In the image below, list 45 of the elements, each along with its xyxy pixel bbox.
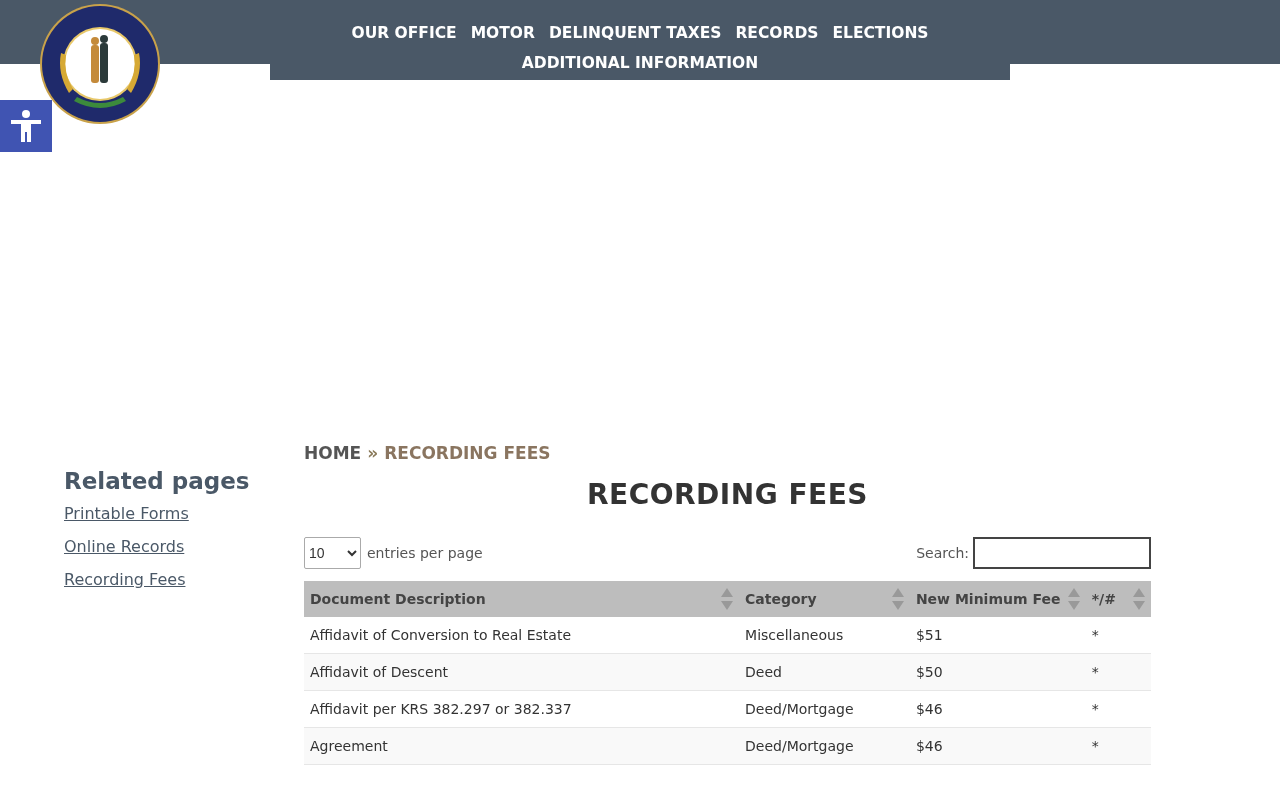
nav-link[interactable]: DELINQUENT TAXES <box>548 22 722 44</box>
search-field[interactable] <box>973 537 1151 569</box>
sort-icon <box>721 588 734 610</box>
sidebar-link[interactable]: Printable Forms <box>64 504 189 523</box>
table-cell: Deed <box>739 653 910 691</box>
seal-logo[interactable] <box>39 3 161 125</box>
nav-link[interactable]: ADDITIONAL INFORMATION <box>521 52 759 74</box>
sidebar-link[interactable]: Recording Fees <box>64 570 186 589</box>
table-cell: * <box>1085 690 1151 728</box>
table-cell: Deed/Mortgage <box>739 727 910 765</box>
page-title: RECORDING FEES <box>586 478 869 511</box>
column-header[interactable]: New Minimum Fee <box>909 581 1086 617</box>
sort-icon <box>891 588 904 610</box>
nav-link[interactable]: ELECTIONS <box>832 22 929 44</box>
table-cell: $51 <box>909 617 1086 654</box>
table-cell: Affidavit of Conversion to Real Estate <box>304 617 740 654</box>
table-cell: $50 <box>909 653 1086 691</box>
nav-link[interactable]: OUR OFFICE <box>351 22 457 44</box>
page-size-select[interactable]: 10 <box>304 537 361 569</box>
page-size-label: entries per page <box>367 545 483 561</box>
nav-link[interactable]: MOTOR <box>470 22 535 44</box>
sidebar-heading: Related pages <box>64 468 251 494</box>
column-header[interactable]: Category <box>739 581 910 617</box>
table-cell: $46 <box>909 727 1086 765</box>
table-cell: Agreement <box>304 727 740 765</box>
accessibility-button[interactable] <box>0 100 52 152</box>
column-header[interactable]: */# <box>1085 581 1151 617</box>
sort-icon <box>1133 588 1145 610</box>
table-cell: Affidavit of Descent <box>304 653 740 691</box>
table-cell: Deed/Mortgage <box>739 690 910 728</box>
breadcrumb-current: RECORDING FEES <box>384 443 551 463</box>
table-cell: * <box>1085 727 1151 765</box>
sort-icon <box>1067 588 1080 610</box>
table-cell: Affidavit per KRS 382.297 or 382.337 <box>304 690 740 728</box>
accessibility-icon <box>11 110 41 142</box>
table-cell: Miscellaneous <box>739 617 910 654</box>
column-header[interactable]: Document Description <box>304 581 740 617</box>
breadcrumb-link[interactable]: HOME <box>304 443 362 463</box>
table-cell: * <box>1085 653 1151 691</box>
search-label: Search: <box>916 545 969 561</box>
sidebar-link[interactable]: Online Records <box>64 537 185 556</box>
nav-link[interactable]: RECORDS <box>735 22 819 44</box>
table-cell: * <box>1085 617 1151 654</box>
breadcrumb-separator: » <box>367 443 379 463</box>
table-cell: $46 <box>909 690 1086 728</box>
